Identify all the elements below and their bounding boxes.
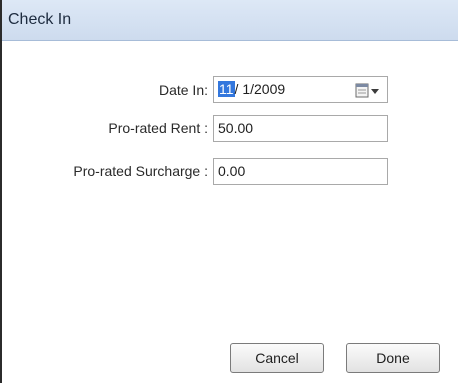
check-in-dialog: Check In Date In: 11/ 1/2009 Pro-rated R… <box>0 0 458 383</box>
dialog-title: Check In <box>8 11 72 28</box>
prorated-rent-label: Pro-rated Rent : <box>108 120 208 136</box>
cancel-button[interactable]: Cancel <box>230 343 324 373</box>
calendar-dropdown-icon[interactable] <box>355 82 381 98</box>
date-in-day-year: / 1/2009 <box>234 81 286 97</box>
date-in-label: Date In: <box>158 82 208 98</box>
prorated-surcharge-label: Pro-rated Surcharge : <box>73 163 208 179</box>
prorated-surcharge-input[interactable]: 0.00 <box>213 158 388 185</box>
date-in-picker[interactable]: 11/ 1/2009 <box>213 76 388 103</box>
done-button[interactable]: Done <box>346 343 440 373</box>
date-in-month-segment[interactable]: 11 <box>218 81 235 97</box>
prorated-rent-input[interactable]: 50.00 <box>213 115 388 142</box>
title-bar: Check In <box>2 0 458 41</box>
